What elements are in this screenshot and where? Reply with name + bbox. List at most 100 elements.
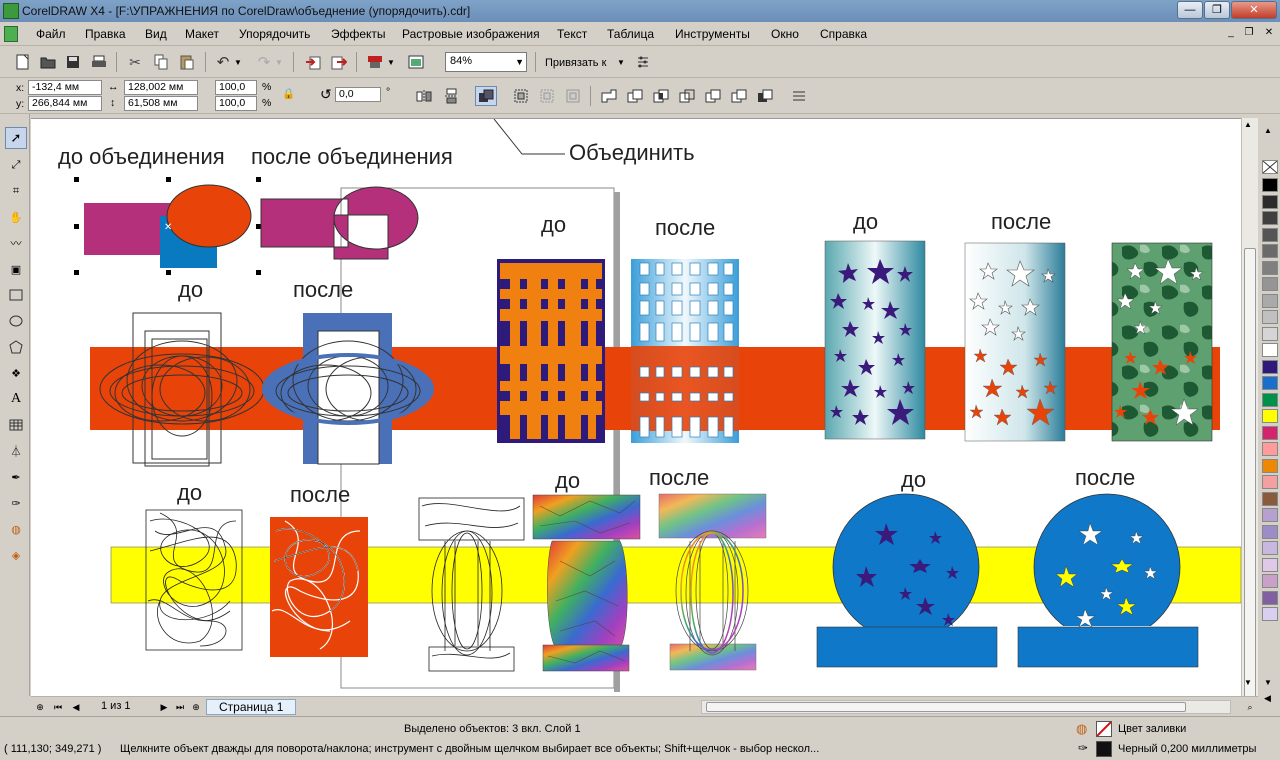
magenta-rectangle[interactable] xyxy=(84,203,172,255)
new-document-button[interactable] xyxy=(12,52,34,72)
palette-swatch[interactable] xyxy=(1262,211,1278,225)
add-page-before-button[interactable]: ⊕ xyxy=(33,700,47,714)
palette-swatch[interactable] xyxy=(1262,392,1278,407)
table-tool[interactable] xyxy=(5,414,27,436)
text-tool[interactable]: A xyxy=(5,388,27,410)
ungroup-all-button[interactable] xyxy=(562,86,584,106)
menu-edit[interactable]: Правка xyxy=(85,27,126,41)
y-position-field[interactable]: 266,844 мм xyxy=(28,96,102,111)
rotation-angle-field[interactable]: 0,0 xyxy=(335,87,381,102)
chevron-down-icon[interactable]: ▼ xyxy=(617,58,625,67)
previous-page-icon[interactable]: ◀ xyxy=(69,700,83,714)
scribble-combined-after[interactable] xyxy=(270,517,368,657)
palette-swatch[interactable] xyxy=(1262,574,1278,588)
first-page-icon[interactable]: ⏮ xyxy=(51,700,65,714)
menu-help[interactable]: Справка xyxy=(820,27,867,41)
mirror-horizontal-button[interactable] xyxy=(413,86,435,106)
scroll-down-icon[interactable]: ▼ xyxy=(1244,678,1252,687)
outline-color-swatch[interactable] xyxy=(1096,741,1112,757)
redo-dropdown[interactable]: ▼ xyxy=(273,52,285,72)
launcher-dropdown[interactable]: ▼ xyxy=(385,52,397,72)
vertical-scrollbar[interactable]: ▲ ▼ xyxy=(1241,118,1258,718)
palette-swatch[interactable] xyxy=(1262,541,1278,555)
zoom-level-combobox[interactable]: 84% ▼ xyxy=(445,52,527,72)
palette-swatch[interactable] xyxy=(1262,343,1278,357)
x-position-field[interactable]: -132,4 мм xyxy=(28,80,102,95)
tab-page-1[interactable]: Страница 1 xyxy=(206,699,297,715)
palette-swatch[interactable] xyxy=(1262,260,1278,275)
smart-fill-tool[interactable]: ▣ xyxy=(5,258,27,280)
basic-shapes-tool[interactable]: ❖ xyxy=(5,362,27,384)
weld-button[interactable] xyxy=(598,86,620,106)
palette-swatch[interactable] xyxy=(1262,508,1278,522)
height-field[interactable]: 61,508 мм xyxy=(124,96,198,111)
options-button[interactable] xyxy=(632,52,654,72)
palette-swatch[interactable] xyxy=(1262,293,1278,308)
undo-dropdown[interactable]: ▼ xyxy=(232,52,244,72)
palette-swatch[interactable] xyxy=(1262,310,1278,324)
import-button[interactable] xyxy=(302,52,324,72)
stars-panel-after[interactable] xyxy=(964,242,1066,442)
palette-swatch[interactable] xyxy=(1262,359,1278,374)
last-page-icon[interactable]: ⏭ xyxy=(173,700,187,714)
mirror-vertical-button[interactable] xyxy=(440,86,462,106)
drawing-canvas[interactable]: ✕ до объединения после объединения Объед… xyxy=(31,118,1241,696)
simplify-button[interactable] xyxy=(676,86,698,106)
create-boundary-button[interactable] xyxy=(754,86,776,106)
group-button[interactable] xyxy=(510,86,532,106)
horizontal-scrollbar[interactable] xyxy=(701,700,1231,714)
scroll-up-icon[interactable]: ▲ xyxy=(1244,120,1252,129)
width-field[interactable]: 128,002 мм xyxy=(124,80,198,95)
menu-layout[interactable]: Макет xyxy=(185,27,219,41)
menu-view[interactable]: Вид xyxy=(145,27,167,41)
palette-swatch[interactable] xyxy=(1262,557,1278,572)
menu-window[interactable]: Окно xyxy=(771,27,799,41)
palette-scroll-up-icon[interactable]: ▲ xyxy=(1264,126,1272,135)
palette-flyout-icon[interactable]: ◀ xyxy=(1264,693,1271,704)
freehand-tool[interactable]: 〰 xyxy=(5,232,27,254)
scale-x-field[interactable]: 100,0 xyxy=(215,80,257,95)
palette-swatch[interactable] xyxy=(1262,178,1278,192)
palette-scroll-down-icon[interactable]: ▼ xyxy=(1264,678,1272,687)
combined-shape[interactable] xyxy=(260,186,419,260)
trim-button[interactable] xyxy=(624,86,646,106)
scale-y-field[interactable]: 100,0 xyxy=(215,96,257,111)
menu-bitmaps[interactable]: Растровые изображения xyxy=(402,27,540,41)
lock-ratio-icon[interactable]: 🔒 xyxy=(282,87,295,100)
front-minus-back-button[interactable] xyxy=(702,86,724,106)
palette-swatch[interactable] xyxy=(1262,244,1278,258)
crop-tool[interactable]: ⌗ xyxy=(5,180,27,202)
print-button[interactable] xyxy=(88,52,110,72)
doc-minimize-button[interactable]: _ xyxy=(1224,26,1238,40)
add-page-after-button[interactable]: ⊕ xyxy=(189,700,203,714)
next-page-icon[interactable]: ▶ xyxy=(157,700,171,714)
palette-swatch[interactable] xyxy=(1262,491,1278,506)
maximize-button[interactable]: ❐ xyxy=(1204,1,1230,19)
horizontal-scroll-thumb[interactable] xyxy=(706,702,1186,712)
interactive-fill-tool[interactable]: ◈ xyxy=(5,544,27,566)
palette-swatch[interactable] xyxy=(1262,524,1278,539)
palette-swatch[interactable] xyxy=(1262,475,1278,489)
no-color-swatch[interactable] xyxy=(1262,160,1278,174)
menu-arrange[interactable]: Упорядочить xyxy=(239,27,310,41)
create-boundary-shape-button[interactable] xyxy=(788,86,810,106)
palette-swatch[interactable] xyxy=(1262,376,1278,390)
polygon-tool[interactable] xyxy=(5,336,27,358)
snap-to-dropdown[interactable]: Привязать к xyxy=(545,57,606,69)
export-button[interactable] xyxy=(328,52,350,72)
menu-effects[interactable]: Эффекты xyxy=(331,27,386,41)
combine-button[interactable] xyxy=(475,86,497,106)
menu-table[interactable]: Таблица xyxy=(607,27,654,41)
close-button[interactable]: ✕ xyxy=(1231,1,1277,19)
eyedropper-tool[interactable]: ✒ xyxy=(5,466,27,488)
back-minus-front-button[interactable] xyxy=(728,86,750,106)
navigator-zoom-icon[interactable]: ⌕ xyxy=(1243,700,1257,714)
menu-text[interactable]: Текст xyxy=(557,27,587,41)
shape-tool[interactable]: ⤢ xyxy=(5,154,27,176)
vase-rainbow-before[interactable] xyxy=(532,494,641,672)
application-launcher-button[interactable] xyxy=(364,52,386,72)
woven-grid-before[interactable] xyxy=(497,259,605,443)
intersect-button[interactable] xyxy=(650,86,672,106)
pick-tool[interactable]: ➚ xyxy=(5,127,27,149)
outline-tool[interactable]: ✑ xyxy=(5,492,27,514)
